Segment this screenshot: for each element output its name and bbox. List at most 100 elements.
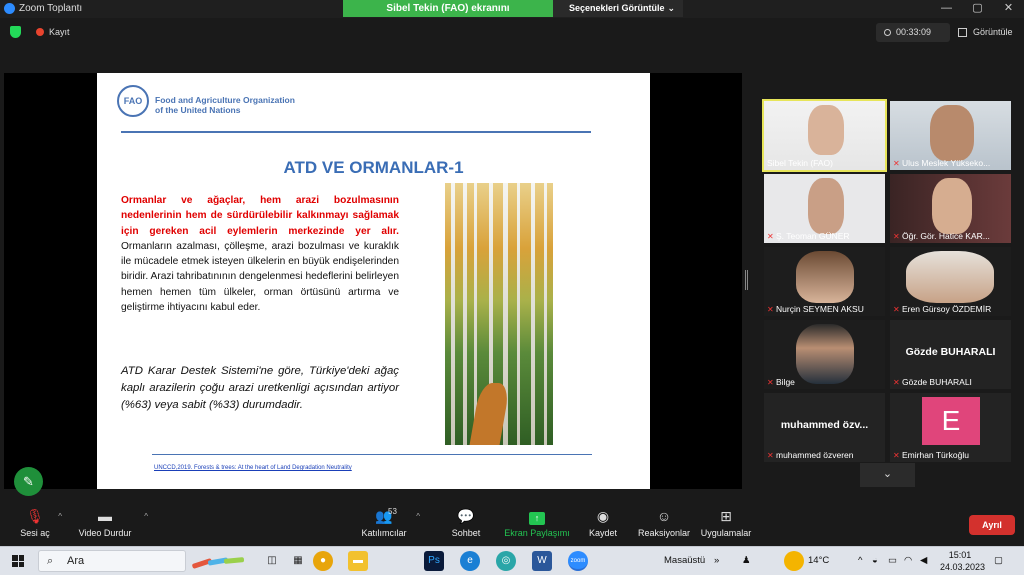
minimize-button[interactable]: —: [931, 0, 962, 18]
reactions-button[interactable]: ☺ Reaksiyonlar: [638, 506, 690, 538]
view-label: Görüntüle: [973, 27, 1013, 37]
search-icon: ⌕: [47, 555, 54, 567]
participants-label: Katılımcılar: [361, 528, 407, 538]
stop-video-label: Video Durdur: [78, 528, 132, 538]
clock-time: 15:01: [948, 550, 972, 560]
audio-options-caret[interactable]: ^: [58, 512, 62, 521]
participant-tile[interactable]: ✕ Ulus Meslek Yükseko...: [890, 101, 1011, 170]
participant-display-name: muhammed özv...: [780, 419, 869, 431]
participant-label: ✕ Gözde BUHARALI: [893, 377, 972, 387]
muted-mic-icon: 🎙: [26, 508, 44, 524]
participant-tile[interactable]: Sibel Tekin (FAO): [762, 99, 887, 172]
participant-name: Nurçin SEYMEN AKSU: [776, 304, 864, 314]
taskbar-search[interactable]: ⌕ Ara: [38, 550, 186, 572]
notifications-icon[interactable]: ▢: [994, 555, 1003, 566]
people-icon[interactable]: ♟: [742, 555, 751, 566]
maximize-button[interactable]: ▢: [962, 0, 993, 18]
record-label: Kaydet: [588, 528, 618, 538]
slide-divider-bottom: [152, 454, 592, 455]
chrome-icon[interactable]: ●: [313, 551, 333, 571]
muted-mic-icon: ✕: [893, 305, 900, 314]
participant-avatar: E: [922, 397, 980, 445]
task-view-icon[interactable]: ◫: [262, 551, 282, 571]
unmute-button[interactable]: 🎙 Sesi aç ^: [20, 506, 62, 538]
share-screen-label: Ekran Paylaşımı: [504, 528, 570, 538]
participant-face: [796, 324, 854, 384]
annotate-pencil-icon[interactable]: ✎: [14, 467, 43, 496]
leave-meeting-button[interactable]: Ayrıl: [969, 515, 1015, 535]
weather-sun-icon[interactable]: [784, 551, 804, 571]
muted-mic-icon: ✕: [767, 451, 774, 460]
photoshop-icon[interactable]: Ps: [424, 551, 444, 571]
muted-mic-icon: ✕: [767, 305, 774, 314]
participant-tile[interactable]: ✕ Eren Gürsoy ÖZDEMİR: [890, 247, 1011, 316]
body-text: Ormanların azalması, çölleşme, arazi boz…: [121, 240, 399, 314]
wifi-icon[interactable]: ◠: [904, 555, 912, 566]
video-options-caret[interactable]: ^: [144, 512, 148, 521]
battery-icon[interactable]: ▭: [888, 555, 897, 566]
tray-chevron-icon[interactable]: ^: [858, 555, 862, 566]
view-options-label: Seçenekleri Görüntüle: [569, 3, 665, 13]
participant-tile[interactable]: ✕ Bilge: [764, 320, 885, 389]
participant-label: ✕ Öğr. Gör. Hatice KAR...: [893, 231, 990, 241]
participants-icon: 👥: [375, 508, 393, 524]
participant-tile[interactable]: ✕ Ş. Teoman GÜNER: [764, 174, 885, 243]
apps-button[interactable]: ⊞ Uygulamalar: [700, 506, 752, 538]
volume-icon[interactable]: ◀: [920, 555, 927, 566]
participant-label: ✕ Bilge: [767, 377, 795, 387]
close-button[interactable]: ✕: [993, 0, 1024, 18]
participant-tile[interactable]: E ✕ Emirhan Türkoğlu: [890, 393, 1011, 462]
temperature[interactable]: 14°C: [808, 555, 829, 566]
security-shield-icon[interactable]: [10, 26, 21, 38]
windows-start-icon[interactable]: [12, 555, 24, 567]
network-icon[interactable]: ◒: [872, 555, 878, 566]
participant-tile[interactable]: ✕ Nurçin SEYMEN AKSU: [764, 247, 885, 316]
participant-face: [796, 251, 854, 303]
chat-label: Sohbet: [451, 528, 481, 538]
view-button[interactable]: Görüntüle: [958, 23, 1020, 42]
stop-video-button[interactable]: ▬ Video Durdur ^: [74, 506, 148, 538]
timer-value: 00:33:09: [896, 27, 932, 37]
file-explorer-icon[interactable]: ▬: [348, 551, 368, 571]
participant-tile[interactable]: ✕ Öğr. Gör. Hatice KAR...: [890, 174, 1011, 243]
browser-icon[interactable]: ◎: [496, 551, 516, 571]
chat-bubble-icon: 💬: [457, 508, 475, 524]
participant-name: Eren Gürsoy ÖZDEMİR: [902, 304, 992, 314]
reactions-label: Reaksiyonlar: [638, 528, 691, 538]
participant-tile[interactable]: muhammed özv... ✕ muhammed özveren: [764, 393, 885, 462]
toolbar-chevron-icon[interactable]: »: [714, 555, 719, 566]
fao-logo: FAO: [117, 85, 149, 117]
chevron-down-icon: ⌄: [667, 3, 675, 13]
meeting-toolbar: 🎙 Sesi aç ^ ▬ Video Durdur ^ 👥 53 Katılı…: [0, 502, 1024, 546]
panel-resize-handle[interactable]: [745, 270, 748, 290]
widgets-icon[interactable]: ▦: [288, 551, 308, 571]
view-options-button[interactable]: Seçenekleri Görüntüle ⌄: [553, 0, 683, 17]
citation-link[interactable]: UNCCD,2019. Forests & trees: At the hear…: [154, 465, 352, 471]
tree-trunk: [517, 183, 520, 445]
participant-label: ✕ Nurçin SEYMEN AKSU: [767, 304, 864, 314]
participant-tile[interactable]: Gözde BUHARALI ✕ Gözde BUHARALI: [890, 320, 1011, 389]
record-button[interactable]: ◉ Kaydet: [586, 506, 620, 538]
system-clock[interactable]: 15:01 24.03.2023: [940, 549, 985, 573]
participants-options-caret[interactable]: ^: [416, 512, 420, 521]
muted-mic-icon: ✕: [893, 159, 900, 168]
participants-button[interactable]: 👥 53 Katılımcılar ^: [360, 506, 420, 538]
zoom-taskbar-icon[interactable]: zoom: [568, 551, 588, 571]
participant-label: ✕ Ş. Teoman GÜNER: [767, 231, 850, 241]
participant-face: [930, 105, 974, 161]
muted-mic-icon: ✕: [893, 232, 900, 241]
gallery-next-page-button[interactable]: ⌄: [860, 463, 915, 487]
zoom-app-icon: [4, 3, 15, 14]
share-screen-icon: ↑: [504, 506, 570, 528]
participant-name: Sibel Tekin (FAO): [767, 158, 833, 168]
desktop-label[interactable]: Masaüstü: [664, 555, 705, 566]
share-screen-button[interactable]: ↑ Ekran Paylaşımı: [504, 506, 570, 538]
slide-title: ATD VE ORMANLAR-1: [283, 158, 464, 177]
presentation-slide: FAO Food and Agriculture Organization of…: [97, 73, 650, 489]
meeting-timer[interactable]: 00:33:09: [876, 23, 950, 42]
chat-button[interactable]: 💬 Sohbet: [448, 506, 484, 538]
unmute-label: Sesi aç: [20, 528, 50, 538]
edge-icon[interactable]: e: [460, 551, 480, 571]
word-icon[interactable]: W: [532, 551, 552, 571]
participant-label: ✕ muhammed özveren: [767, 450, 853, 460]
